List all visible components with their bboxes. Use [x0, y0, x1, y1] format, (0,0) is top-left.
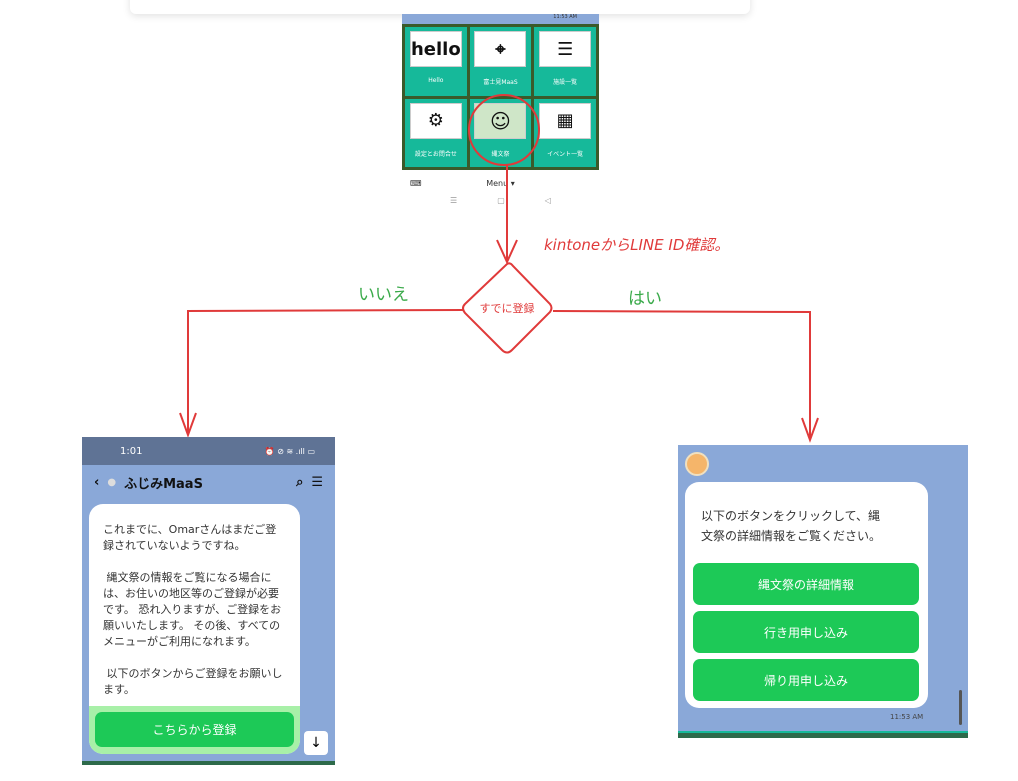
status-time: 1:01 [120, 445, 143, 457]
avatar[interactable] [685, 452, 709, 476]
jomon-details-button[interactable]: 縄文祭の詳細情報 [693, 563, 919, 605]
search-icon[interactable]: ⌕ [296, 475, 303, 490]
no-label: いいえ [358, 285, 409, 305]
status-icons: ⏰ ⊘ ≋ .ıll ▭ [264, 446, 315, 456]
no-branch-line [187, 309, 464, 435]
check-note: kintoneからLINE ID確認。 [544, 236, 730, 254]
yes-label: はい [628, 289, 662, 309]
button-area: こちらから登録 [89, 706, 300, 754]
yes-branch-line [552, 310, 811, 440]
chat-header: ‹ ● ふじみMaaS ⌕ ☰ [82, 465, 335, 499]
highlight-circle [468, 94, 540, 166]
menu-strip [82, 761, 335, 765]
decision-label: すでに登録 [479, 302, 535, 315]
message-text: これまでに、Omarさんはまだご登録されていないようですね。 縄文祭の情報をご覧… [103, 523, 283, 696]
return-apply-button[interactable]: 帰り用申し込み [693, 659, 919, 701]
message-bubble: 以下のボタンをクリックして、縄文祭の詳細情報をご覧ください。 縄文祭の詳細情報 … [685, 482, 928, 708]
registered-chat-screenshot: 以下のボタンをクリックして、縄文祭の詳細情報をご覧ください。 縄文祭の詳細情報 … [678, 445, 968, 738]
shield-icon: ● [107, 476, 117, 488]
message-time: 11:53 AM [890, 713, 924, 721]
outbound-apply-button[interactable]: 行き用申し込み [693, 611, 919, 653]
chat-title: ふじみMaaS [124, 476, 203, 492]
unregistered-chat-screenshot: 1:01 ⏰ ⊘ ≋ .ıll ▭ ‹ ● ふじみMaaS ⌕ ☰ これまでに、O… [82, 437, 335, 765]
scrollbar[interactable] [959, 690, 962, 725]
status-bar: 1:01 ⏰ ⊘ ≋ .ıll ▭ [82, 437, 335, 465]
hamburger-menu-icon[interactable]: ☰ [311, 475, 323, 490]
register-button[interactable]: こちらから登録 [95, 712, 294, 747]
message-bubble: これまでに、Omarさんはまだご登録されていないようですね。 縄文祭の情報をご覧… [89, 504, 300, 754]
back-chevron-icon[interactable]: ‹ [94, 475, 99, 490]
menu-strip [678, 731, 968, 738]
message-text: 以下のボタンをクリックして、縄文祭の詳細情報をご覧ください。 [701, 509, 882, 543]
scroll-down-arrow-icon[interactable]: ↓ [304, 731, 328, 755]
